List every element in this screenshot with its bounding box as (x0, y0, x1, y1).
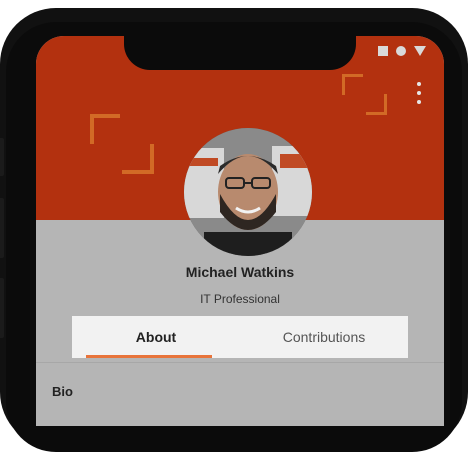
section-divider (36, 362, 444, 363)
circle-icon (396, 46, 406, 56)
tab-contributions[interactable]: Contributions (240, 316, 408, 358)
corner-decor-left-bottom (122, 144, 154, 174)
side-button (0, 198, 4, 258)
volume-button (0, 138, 4, 176)
app-screen: Michael Watkins IT Professional About Co… (36, 36, 444, 426)
screen-notch (124, 36, 356, 70)
tab-about-label: About (135, 329, 177, 345)
square-icon (378, 46, 388, 56)
tab-about[interactable]: About (72, 316, 240, 358)
side-button-lower (0, 278, 4, 338)
active-tab-indicator (86, 355, 212, 358)
corner-decor-right-bottom (366, 94, 387, 115)
avatar (184, 128, 312, 256)
corner-decor-left (90, 114, 120, 144)
overflow-menu-icon[interactable] (416, 82, 422, 104)
triangle-icon (414, 46, 426, 56)
profile-role: IT Professional (200, 292, 280, 306)
profile-tabs: About Contributions (72, 316, 408, 358)
bio-section-title: Bio (52, 384, 73, 399)
corner-decor-right (342, 74, 363, 95)
status-bar (378, 46, 426, 56)
profile-name: Michael Watkins (185, 264, 295, 280)
tab-contributions-label: Contributions (282, 329, 366, 345)
avatar-photo (184, 128, 312, 256)
